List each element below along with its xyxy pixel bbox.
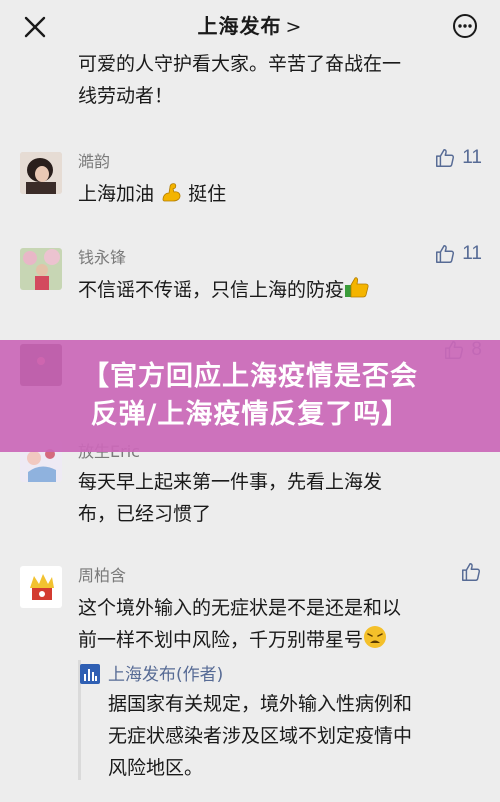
commenter-name: 钱永锋 [78, 248, 127, 267]
reply-text: 据国家有关规定，境外输入性病例和 无症状感染者涉及区域不划定疫情中 风险地区。 [108, 693, 413, 779]
flexed-biceps-icon [162, 183, 181, 202]
like-count: 11 [462, 243, 482, 264]
thumbs-up-icon [462, 563, 481, 581]
avatar[interactable] [20, 152, 62, 194]
reply-author-name[interactable]: 上海发布(作者) [108, 660, 223, 685]
avatar[interactable] [20, 248, 62, 290]
comment-text: 每天早上起来第一件事，先看上海发 布，已经习惯了 [78, 471, 383, 525]
thumbs-up-emoji-icon [345, 277, 369, 298]
avatar[interactable] [20, 566, 62, 608]
account-title-link[interactable]: 上海发布 > [0, 10, 500, 39]
more-icon[interactable] [452, 13, 478, 39]
thumbs-up-icon [436, 149, 455, 167]
thumbs-up-icon [436, 245, 455, 263]
previous-comment-text: 可爱的人守护看大家。辛苦了奋战在一 线劳动者！ [78, 53, 402, 107]
banner-title: 【官方回应上海疫情是否会 反弹/上海疫情反复了吗】 [82, 361, 418, 430]
publisher-logo-icon [80, 664, 100, 684]
weary-face-icon [364, 626, 387, 648]
commenter-name: 澔韵 [78, 152, 111, 171]
like-button[interactable]: 11 [434, 146, 482, 170]
like-count: 11 [462, 147, 482, 168]
like-button[interactable]: 11 [434, 242, 482, 266]
like-button[interactable] [460, 560, 482, 584]
top-bar: 上海发布 > [0, 0, 500, 52]
comment-text: 上海加油 挺住 [78, 183, 227, 205]
headline-banner: 【官方回应上海疫情是否会 反弹/上海疫情反复了吗】 [0, 340, 500, 452]
comment-text: 这个境外输入的无症状是不是还是和以 前一样不划中风险，千万别带星号 [78, 597, 402, 651]
comment-text: 不信谣不传谣，只信上海的防疫 [78, 274, 478, 306]
account-title: 上海发布 [197, 14, 282, 38]
chevron-right-icon: > [285, 16, 303, 38]
commenter-name: 周柏含 [78, 566, 127, 585]
